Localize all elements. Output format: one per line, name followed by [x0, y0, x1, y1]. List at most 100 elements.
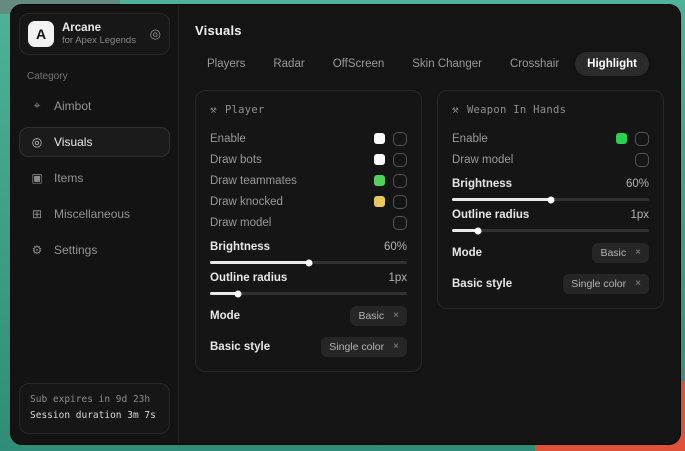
- select-label: Basic style: [210, 341, 270, 353]
- toggle-label: Draw knocked: [210, 196, 283, 208]
- select-row-basic-style: Basic style Single color ×: [452, 274, 649, 294]
- slider-outline-radius: Outline radius 1px: [452, 209, 649, 232]
- toggle-label: Enable: [210, 133, 246, 145]
- slider-fill: [452, 198, 551, 201]
- color-swatch[interactable]: [616, 133, 627, 144]
- slider-label-row: Outline radius 1px: [452, 209, 649, 221]
- toggle-row-enable: Enable: [210, 128, 407, 149]
- brand-card: A Arcane for Apex Legends ◎: [19, 13, 170, 55]
- toggle-label: Draw model: [452, 154, 513, 166]
- select-row-basic-style: Basic style Single color×: [210, 337, 407, 357]
- toggle-row-draw-teammates: Draw teammates: [210, 170, 407, 191]
- app-window: A Arcane for Apex Legends ◎ Category ⌖ Ai…: [10, 4, 681, 445]
- close-icon[interactable]: ×: [393, 311, 399, 321]
- slider-label: Brightness: [452, 178, 512, 190]
- slider-track[interactable]: [452, 198, 649, 201]
- brand-logo: A: [28, 21, 54, 47]
- sidebar-item-settings[interactable]: ⚙Settings: [19, 235, 170, 265]
- close-icon[interactable]: ×: [635, 279, 641, 289]
- chip-basic[interactable]: Basic ×: [592, 243, 649, 263]
- sidebar-item-label: Miscellaneous: [54, 207, 130, 221]
- panel-title: Player: [225, 104, 265, 116]
- tab-players[interactable]: Players: [195, 52, 257, 76]
- panel-player: ⚒ Player Enable Draw bots Draw teammates Draw…: [195, 90, 422, 372]
- sidebar-item-aimbot[interactable]: ⌖ Aimbot: [19, 90, 170, 121]
- slider-fill: [210, 261, 309, 264]
- slider-label: Outline radius: [210, 272, 287, 284]
- sidebar-item-label: Aimbot: [54, 99, 91, 113]
- panel-header: ⚒ Weapon In Hands: [452, 103, 649, 116]
- checkbox[interactable]: [393, 153, 407, 167]
- panel-weapon-in-hands: ⚒ Weapon In Hands Enable Draw model Brightne…: [437, 90, 664, 309]
- gear-icon: ⚙: [30, 243, 44, 257]
- chip-value: Basic: [600, 247, 626, 259]
- select-row-mode: Mode Basic ×: [452, 243, 649, 263]
- main-content: Visuals PlayersRadarOffScreenSkin Change…: [179, 5, 680, 444]
- select-label: Mode: [452, 247, 482, 259]
- sidebar: A Arcane for Apex Legends ◎ Category ⌖ Ai…: [11, 5, 179, 444]
- tab-skin-changer[interactable]: Skin Changer: [400, 52, 494, 76]
- sidebar-nav: ⌖ Aimbot ◎Visuals ▣Items ⊞Miscellaneous ⚙Sett…: [19, 90, 170, 265]
- tab-radar[interactable]: Radar: [261, 52, 316, 76]
- tools-icon: ⚒: [452, 103, 459, 116]
- session-card: Sub expires in 9d 23h Session duration 3…: [19, 383, 170, 434]
- target-icon[interactable]: ◎: [150, 26, 161, 42]
- select-label: Mode: [210, 310, 240, 322]
- checkbox[interactable]: [393, 132, 407, 146]
- slider-track[interactable]: [210, 292, 407, 295]
- slider-value: 1px: [388, 272, 407, 284]
- color-swatch[interactable]: [374, 196, 385, 207]
- category-label: Category: [27, 71, 162, 82]
- toggle-label: Draw model: [210, 217, 271, 229]
- toggle-controls: [374, 153, 407, 167]
- close-icon[interactable]: ×: [635, 248, 641, 258]
- toggle-controls: [374, 132, 407, 146]
- slider-thumb[interactable]: [547, 196, 554, 203]
- close-icon[interactable]: ×: [393, 342, 399, 352]
- chip-value: Basic: [358, 310, 384, 322]
- session-duration: Session duration 3m 7s: [30, 408, 159, 425]
- tools-icon: ⚒: [210, 103, 217, 116]
- sidebar-item-items[interactable]: ▣Items: [19, 163, 170, 193]
- sidebar-item-miscellaneous[interactable]: ⊞Miscellaneous: [19, 199, 170, 229]
- checkbox[interactable]: [635, 153, 649, 167]
- tab-bar: PlayersRadarOffScreenSkin ChangerCrossha…: [195, 52, 664, 76]
- slider-track[interactable]: [210, 261, 407, 264]
- toggle-label: Draw teammates: [210, 175, 297, 187]
- toggle-row-draw-model: Draw model: [452, 149, 649, 170]
- panel-title: Weapon In Hands: [467, 104, 566, 116]
- toggle-controls: [635, 153, 649, 167]
- panel-header: ⚒ Player: [210, 103, 407, 116]
- slider-thumb[interactable]: [305, 259, 312, 266]
- slider-thumb[interactable]: [474, 227, 481, 234]
- slider-value: 1px: [630, 209, 649, 221]
- toggle-label: Draw bots: [210, 154, 262, 166]
- toggle-controls: [616, 132, 649, 146]
- toggle-controls: [374, 174, 407, 188]
- slider-thumb[interactable]: [234, 290, 241, 297]
- tab-offscreen[interactable]: OffScreen: [321, 52, 397, 76]
- chip-single-color[interactable]: Single color ×: [563, 274, 649, 294]
- sidebar-item-visuals[interactable]: ◎Visuals: [19, 127, 170, 157]
- tab-crosshair[interactable]: Crosshair: [498, 52, 571, 76]
- checkbox[interactable]: [393, 195, 407, 209]
- slider-outline-radius: Outline radius 1px: [210, 272, 407, 295]
- slider-track[interactable]: [452, 229, 649, 232]
- chip-basic[interactable]: Basic ×: [350, 306, 407, 326]
- color-swatch[interactable]: [374, 175, 385, 186]
- color-swatch[interactable]: [374, 133, 385, 144]
- chip-single-color[interactable]: Single color×: [321, 337, 407, 357]
- checkbox[interactable]: [393, 174, 407, 188]
- chip-value: Single color: [571, 278, 626, 290]
- crosshair-icon: ⌖: [30, 98, 44, 113]
- tab-highlight[interactable]: Highlight: [575, 52, 649, 76]
- toggle-label: Enable: [452, 133, 488, 145]
- items-icon: ▣: [30, 171, 44, 185]
- checkbox[interactable]: [635, 132, 649, 146]
- toggle-row-draw-knocked: Draw knocked: [210, 191, 407, 212]
- slider-label: Outline radius: [452, 209, 529, 221]
- checkbox[interactable]: [393, 216, 407, 230]
- slider-brightness: Brightness60%: [210, 241, 407, 264]
- color-swatch[interactable]: [374, 154, 385, 165]
- select-label: Basic style: [452, 278, 512, 290]
